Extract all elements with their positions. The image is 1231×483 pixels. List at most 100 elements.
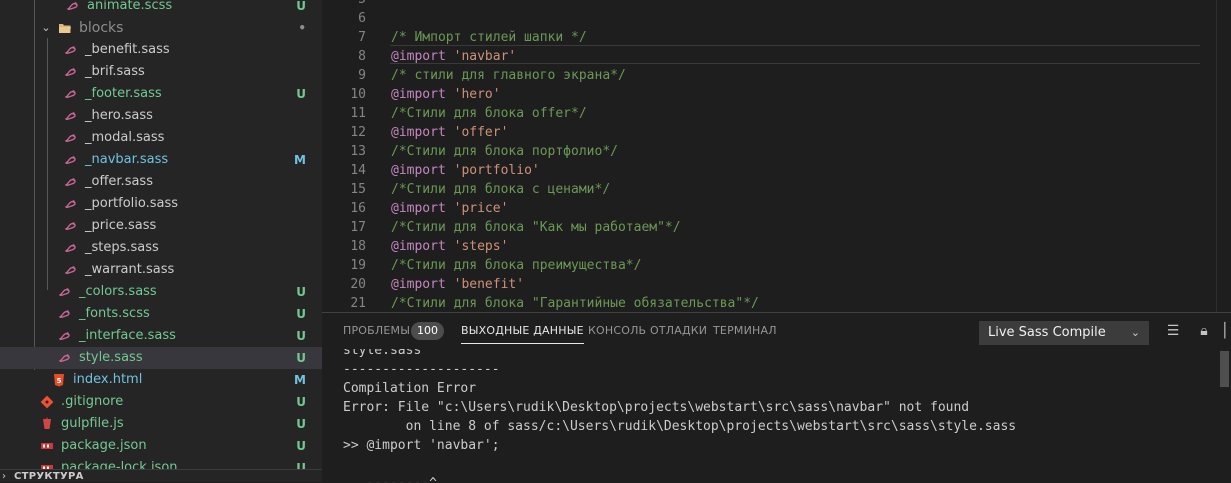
tab-terminal[interactable]: ТЕРМИНАЛ [713,324,777,337]
git-status-badge: U [296,285,306,299]
file-item[interactable]: gulpfile.js U [0,413,322,435]
code-line: 18 @import 'steps' [322,237,1231,256]
code-token: 'hero' [453,87,501,102]
line-number: 12 [350,125,366,140]
line-text: @import 'steps' [391,237,508,256]
file-name: _hero.sass [85,108,153,123]
code-token: @import [391,201,446,216]
code-line: 10 @import 'hero' [322,85,1231,104]
file-name: gulpfile.js [61,416,124,431]
file-name: _warrant.sass [85,262,175,277]
file-item[interactable]: _steps.sass [0,237,322,259]
code-line: 19 /*Стили для блока преимущества*/ [322,256,1231,275]
code-line: 15 /*Стили для блока с ценами*/ [322,180,1231,199]
file-item[interactable]: _colors.sass U [0,281,322,303]
file-name: _offer.sass [85,174,153,189]
sass-icon [64,219,78,233]
git-status-badge: • [298,21,306,35]
file-item[interactable]: _brif.sass [0,61,322,83]
sass-icon [64,197,78,211]
file-item[interactable]: _portfolio.sass [0,193,322,215]
git-status-badge: U [296,0,306,13]
output-line: -------------------- [343,362,500,377]
scrollbar-thumb[interactable] [1220,351,1229,387]
line-number: 19 [350,258,366,273]
code-token: 'benefit' [453,277,525,292]
output-channel-select[interactable]: Live Sass Compile ⌄ [979,321,1149,345]
file-item[interactable]: _navbar.sass M [0,149,322,171]
file-item[interactable]: _interface.sass U [0,325,322,347]
file-name: _steps.sass [85,240,159,255]
line-number: 10 [350,87,366,102]
file-item[interactable]: style.sass U [0,347,322,369]
output-line: Error: File "c:\Users\rudik\Desktop\proj… [343,400,970,415]
sass-icon [64,241,78,255]
line-text: @import 'price' [391,199,508,218]
file-name: animate.scss [87,0,173,13]
sass-icon [58,329,72,343]
code-line: 5 [322,0,1231,9]
file-item[interactable]: _fonts.scss U [0,303,322,325]
code-line: 9 /* стили для главного экрана*/ [322,66,1231,85]
file-item[interactable]: _offer.sass [0,171,322,193]
line-text: /* Импорт стилей шапки */ [391,28,587,47]
sass-icon [64,175,78,189]
line-number: 20 [350,277,366,292]
code-line: 16 @import 'price' [322,199,1231,218]
file-name: _navbar.sass [85,152,169,167]
panel-scrollbar[interactable] [1217,349,1231,483]
code-line: 6 [322,9,1231,28]
file-item[interactable]: 5 index.html M [0,369,322,391]
line-text: /*Стили для блока "Гарантийные обязатель… [391,294,759,312]
outline-section-header[interactable]: › СТРУКТУРА [0,469,322,482]
gulp-icon [40,417,54,431]
code-token: @import [391,87,446,102]
file-item[interactable]: animate.scss U [0,0,322,17]
output-log[interactable]: style.sass -------------------- Compilatio… [322,349,1216,483]
code-token: /* стили для главного экрана*/ [391,68,626,83]
file-name: .gitignore [61,394,124,409]
lock-icon[interactable]: 🔒︎ [1195,322,1213,340]
line-number: 7 [358,30,366,45]
file-name: index.html [73,372,143,387]
line-text: @import 'hero' [391,85,501,104]
editor-scrollbar[interactable] [1216,0,1231,312]
code-line: 11 /*Стили для блока offer*/ [322,104,1231,123]
chevron-down-icon: ⌄ [1130,326,1140,339]
file-item[interactable]: _modal.sass [0,127,322,149]
file-item[interactable]: .gitignore U [0,391,322,413]
tab-problems[interactable]: ПРОБЛЕМЫ [343,324,410,337]
clear-output-icon[interactable]: ☰ [1164,322,1182,340]
tab-output[interactable]: ВЫХОДНЫЕ ДАННЫЕ [461,324,584,344]
file-item[interactable]: _footer.sass U [0,83,322,105]
line-text: /* стили для главного экрана*/ [391,66,626,85]
code-token: @import [391,163,446,178]
file-item[interactable]: _price.sass [0,215,322,237]
file-item[interactable]: _hero.sass [0,105,322,127]
line-number: 5 [322,0,366,9]
code-line: 14 @import 'portfolio' [322,161,1231,180]
code-token: @import [391,239,446,254]
chevron-down-icon[interactable]: ⌄ [39,17,53,39]
folder-item[interactable]: ⌄ blocks • [0,17,322,39]
code-line: 7 /* Импорт стилей шапки */ [322,28,1231,47]
more-icon[interactable]: │ [1220,322,1230,340]
code-token: /*Стили для блока "Как мы работаем"*/ [391,220,681,235]
problems-count-badge: 100 [411,322,444,340]
git-status-badge: M [294,373,306,387]
code-editor[interactable]: 5 6 7 /* Импорт стилей шапки */ 8 @import 'na… [322,0,1231,312]
file-item[interactable]: _warrant.sass [0,259,322,281]
svg-text:5: 5 [57,377,62,385]
line-text: /*Стили для блока offer*/ [391,104,587,123]
file-item[interactable]: package.json U [0,435,322,457]
tab-debug-console[interactable]: КОНСОЛЬ ОТЛАДКИ [588,324,707,337]
file-name: _modal.sass [85,130,165,145]
file-name: _portfolio.sass [85,196,179,211]
panel-tab-bar: ПРОБЛЕМЫ 100 ВЫХОДНЫЕ ДАННЫЕ КОНСОЛЬ ОТЛ… [322,313,1231,349]
line-text: @import 'portfolio' [391,161,540,180]
sass-icon [64,43,78,57]
line-text: /*Стили для блока преимущества*/ [391,256,641,275]
file-item[interactable]: _benefit.sass [0,39,322,61]
